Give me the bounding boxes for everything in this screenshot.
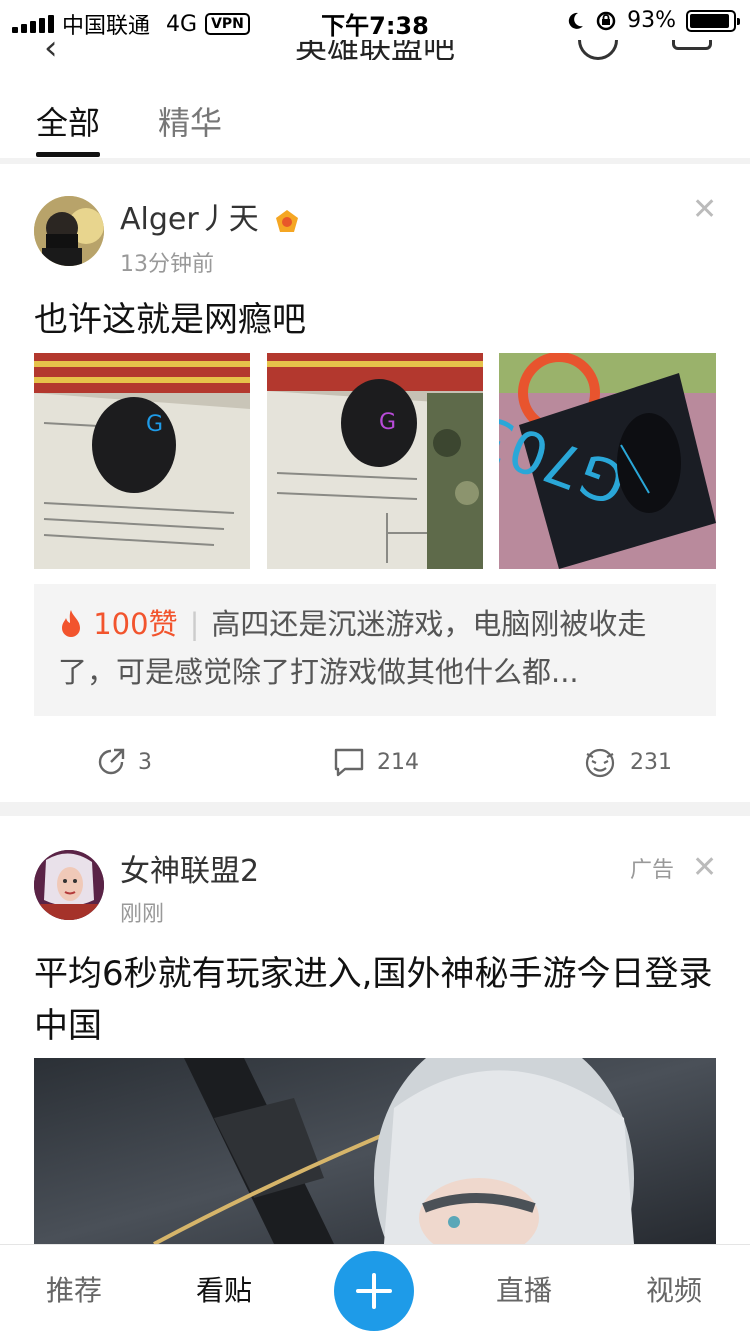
post-author[interactable]: Alger丿天 xyxy=(120,194,302,238)
forum-title: 英雄联盟吧 xyxy=(294,40,455,60)
tab-bar: 全部 精华 xyxy=(0,90,750,160)
hot-comment-text: 100赞 | 高四还是沉迷游戏，电脑刚被收走了，可是感觉除了打游戏做其他什么都... xyxy=(58,600,692,696)
status-bar: 中国联通 4G VPN 下午7:38 93% xyxy=(0,0,750,40)
rotation-lock-icon xyxy=(596,11,616,30)
svg-text:G: G xyxy=(379,410,396,435)
status-right: 93% xyxy=(565,8,740,33)
like-count: 231 xyxy=(630,749,672,775)
share-button[interactable]: 3 xyxy=(96,742,152,782)
ad-image[interactable] xyxy=(34,1058,716,1244)
new-post-button[interactable] xyxy=(334,1251,414,1331)
comment-button[interactable]: 214 xyxy=(333,742,419,782)
like-button[interactable]: 231 xyxy=(582,742,672,782)
plus-icon xyxy=(356,1273,392,1309)
svg-text:G: G xyxy=(146,412,163,437)
post-time: 刚刚 xyxy=(120,902,165,927)
comment-count: 214 xyxy=(377,749,419,775)
post-time: 13分钟前 xyxy=(120,252,214,277)
bell-icon[interactable] xyxy=(672,40,712,50)
battery-percent: 93% xyxy=(627,8,676,33)
share-count: 3 xyxy=(138,749,152,775)
close-icon[interactable]: ✕ xyxy=(692,850,717,885)
tab-all[interactable]: 全部 xyxy=(36,98,100,144)
share-icon xyxy=(98,748,125,775)
post-image[interactable]: G xyxy=(267,353,483,569)
nav-recommend[interactable]: 推荐 xyxy=(14,1269,134,1309)
post-image[interactable]: G xyxy=(34,353,250,569)
like-face-icon xyxy=(585,748,615,778)
nav-video[interactable]: 视频 xyxy=(614,1269,734,1309)
tab-active-indicator xyxy=(36,152,100,157)
author-name: Alger丿天 xyxy=(120,202,259,237)
post-title[interactable]: 也许这就是网瘾吧 xyxy=(34,294,306,346)
close-icon[interactable]: ✕ xyxy=(692,192,717,227)
battery-icon xyxy=(686,9,740,32)
fire-icon xyxy=(62,610,80,637)
post-title[interactable]: 平均6秒就有玩家进入,国外神秘手游今日登录中国 xyxy=(34,948,724,1052)
divider xyxy=(0,158,750,164)
avatar[interactable] xyxy=(34,850,104,920)
nav-live[interactable]: 直播 xyxy=(464,1269,584,1309)
nav-posts[interactable]: 看贴 xyxy=(164,1269,284,1309)
avatar[interactable] xyxy=(34,196,104,266)
ad-badge: 广告 xyxy=(630,858,675,883)
level-badge-icon xyxy=(276,209,299,232)
post-author[interactable]: 女神联盟2 xyxy=(120,846,259,890)
hot-likes: 100赞 xyxy=(93,607,178,641)
bottom-nav: 推荐 看贴 直播 视频 xyxy=(0,1244,750,1334)
nav-header: ‹ 英雄联盟吧 xyxy=(0,40,750,60)
post-image[interactable]: G703 xyxy=(499,353,716,569)
separator: | xyxy=(189,607,200,641)
tab-featured[interactable]: 精华 xyxy=(158,98,222,144)
moon-icon xyxy=(568,12,584,29)
comment-icon xyxy=(334,748,364,777)
divider xyxy=(0,802,750,816)
hot-comment[interactable]: 100赞 | 高四还是沉迷游戏，电脑刚被收走了，可是感觉除了打游戏做其他什么都... xyxy=(34,584,716,716)
